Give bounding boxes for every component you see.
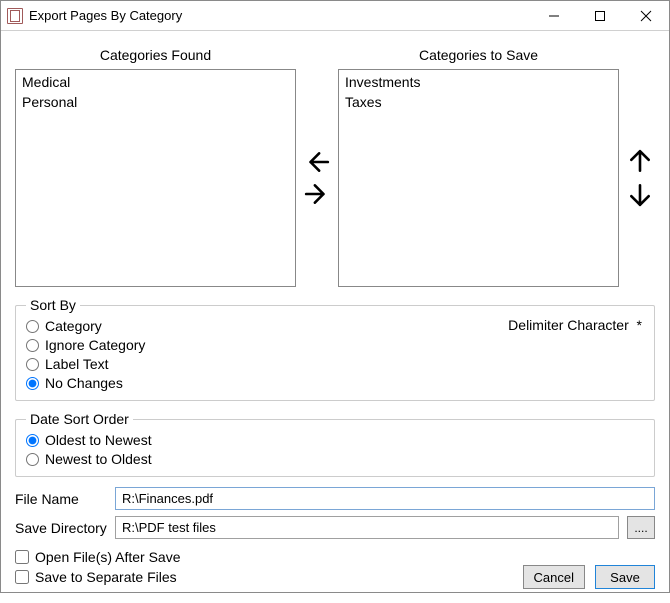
window-title: Export Pages By Category bbox=[29, 8, 182, 23]
open-after-save-check[interactable]: Open File(s) After Save bbox=[15, 549, 181, 565]
sort-by-label-text-label: Label Text bbox=[45, 355, 109, 373]
delimiter-character-value: * bbox=[637, 317, 642, 333]
date-sort-newest-label: Newest to Oldest bbox=[45, 450, 152, 468]
sort-by-label-text-radio[interactable] bbox=[26, 358, 39, 371]
move-left-button[interactable] bbox=[303, 148, 331, 176]
list-item[interactable]: Medical bbox=[20, 72, 291, 92]
sort-by-fieldset: Sort By Category Ignore Category Label T… bbox=[15, 297, 655, 401]
categories-to-save-list[interactable]: InvestmentsTaxes bbox=[338, 69, 619, 287]
close-button[interactable] bbox=[623, 1, 669, 31]
file-name-label: File Name bbox=[15, 491, 107, 507]
date-sort-oldest-radio[interactable] bbox=[26, 434, 39, 447]
date-sort-fieldset: Date Sort Order Oldest to Newest Newest … bbox=[15, 411, 655, 477]
move-down-button[interactable] bbox=[626, 180, 654, 208]
sort-by-category[interactable]: Category bbox=[26, 317, 145, 335]
maximize-button[interactable] bbox=[577, 1, 623, 31]
move-right-button[interactable] bbox=[303, 180, 331, 208]
sort-by-group: Category Ignore Category Label Text No C… bbox=[26, 317, 145, 392]
browse-button[interactable]: .... bbox=[627, 516, 655, 539]
sort-by-ignore-category-label: Ignore Category bbox=[45, 336, 145, 354]
save-button[interactable]: Save bbox=[595, 565, 655, 589]
save-separate-checkbox[interactable] bbox=[15, 570, 29, 584]
save-directory-label: Save Directory bbox=[15, 520, 107, 536]
sort-by-legend: Sort By bbox=[26, 297, 80, 313]
cancel-button[interactable]: Cancel bbox=[523, 565, 585, 589]
sort-by-category-radio[interactable] bbox=[26, 320, 39, 333]
sort-by-category-label: Category bbox=[45, 317, 102, 335]
app-icon bbox=[7, 8, 23, 24]
categories-found-list[interactable]: MedicalPersonal bbox=[15, 69, 296, 287]
sort-by-no-changes-radio[interactable] bbox=[26, 377, 39, 390]
titlebar: Export Pages By Category bbox=[1, 1, 669, 31]
date-sort-newest[interactable]: Newest to Oldest bbox=[26, 450, 644, 468]
save-separate-check[interactable]: Save to Separate Files bbox=[15, 569, 181, 585]
categories-to-save-header: Categories to Save bbox=[338, 41, 619, 69]
sort-by-no-changes-label: No Changes bbox=[45, 374, 123, 392]
sort-by-label-text[interactable]: Label Text bbox=[26, 355, 145, 373]
list-item[interactable]: Investments bbox=[343, 72, 614, 92]
date-sort-newest-radio[interactable] bbox=[26, 453, 39, 466]
move-up-button[interactable] bbox=[626, 148, 654, 176]
save-separate-label: Save to Separate Files bbox=[35, 569, 177, 585]
sort-by-ignore-category[interactable]: Ignore Category bbox=[26, 336, 145, 354]
date-sort-legend: Date Sort Order bbox=[26, 411, 133, 427]
list-item[interactable]: Taxes bbox=[343, 92, 614, 112]
sort-by-ignore-category-radio[interactable] bbox=[26, 339, 39, 352]
categories-found-header: Categories Found bbox=[15, 41, 296, 69]
file-name-input[interactable] bbox=[115, 487, 655, 510]
save-directory-input[interactable] bbox=[115, 516, 619, 539]
minimize-button[interactable] bbox=[531, 1, 577, 31]
sort-by-no-changes[interactable]: No Changes bbox=[26, 374, 145, 392]
delimiter-character: Delimiter Character * bbox=[508, 317, 642, 333]
date-sort-oldest[interactable]: Oldest to Newest bbox=[26, 431, 644, 449]
date-sort-group: Oldest to Newest Newest to Oldest bbox=[26, 431, 644, 468]
open-after-save-checkbox[interactable] bbox=[15, 550, 29, 564]
list-item[interactable]: Personal bbox=[20, 92, 291, 112]
delimiter-character-label: Delimiter Character bbox=[508, 317, 629, 333]
date-sort-oldest-label: Oldest to Newest bbox=[45, 431, 152, 449]
open-after-save-label: Open File(s) After Save bbox=[35, 549, 181, 565]
